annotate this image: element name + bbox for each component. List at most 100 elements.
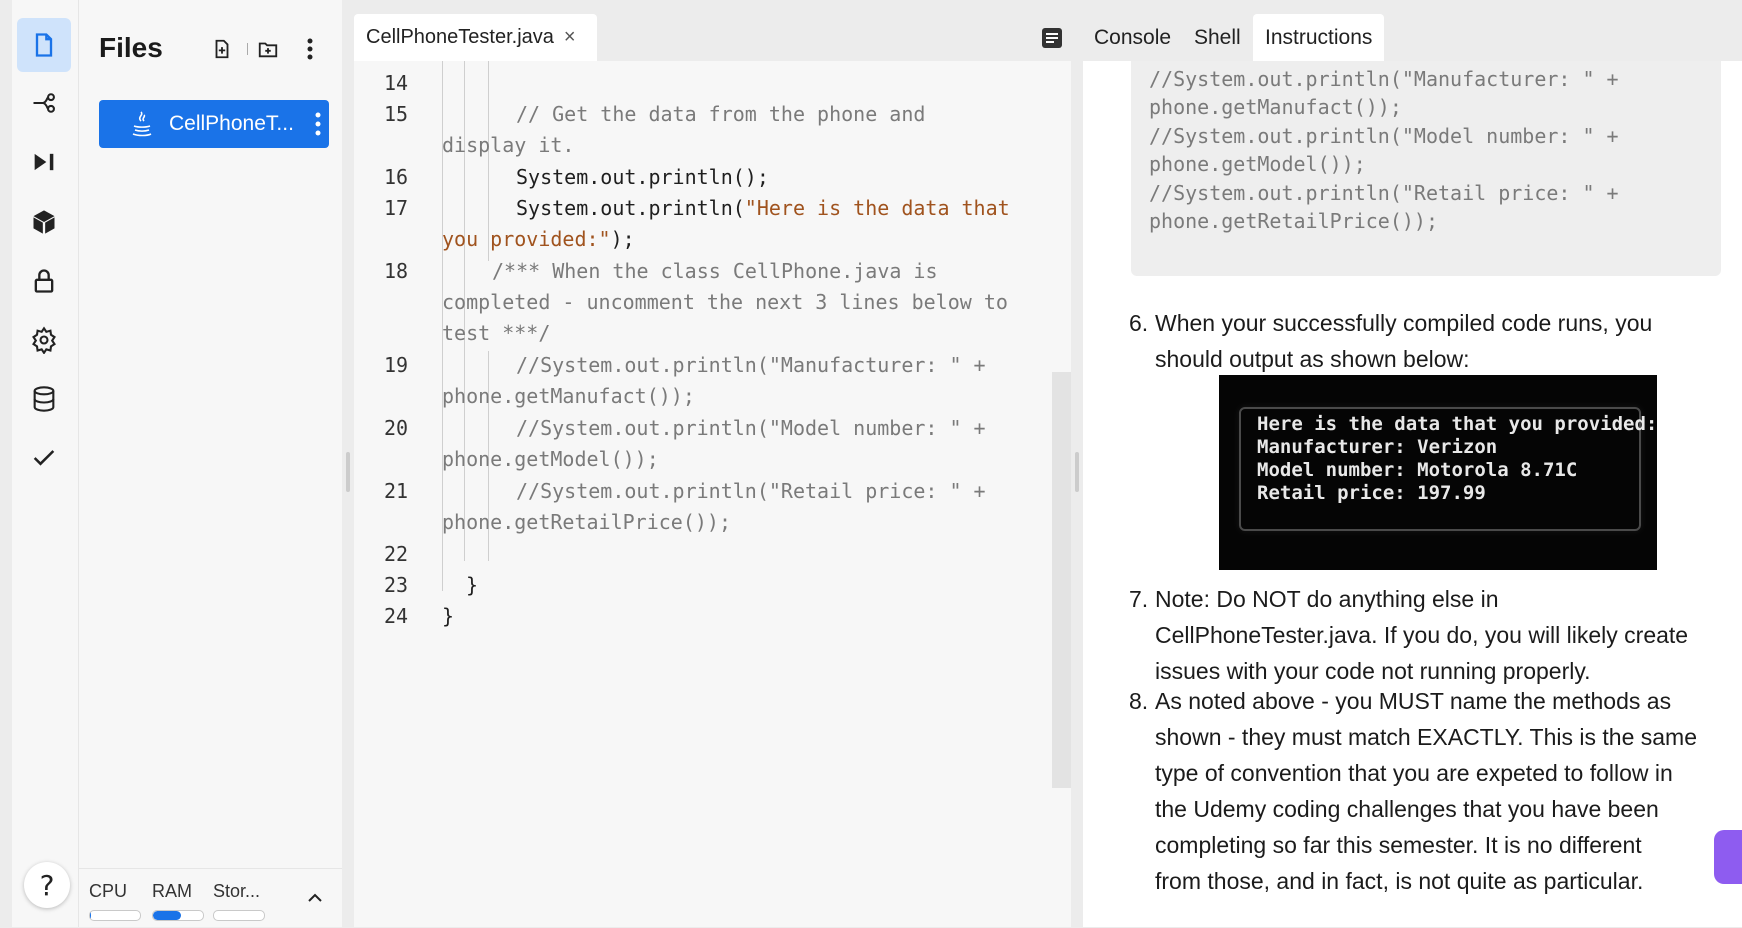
database-icon[interactable] — [17, 372, 71, 426]
editor-tab-label: CellPhoneTester.java — [366, 26, 554, 48]
resize-handle-left[interactable] — [346, 452, 350, 492]
tab-shell[interactable]: Shell — [1194, 14, 1241, 61]
file-more-icon[interactable] — [315, 112, 321, 136]
code-line-15: // Get the data from the phone and — [516, 102, 926, 126]
storage-label: Stor... — [213, 881, 261, 901]
instructions-code-block: //System.out.println("Manufacturer: " + … — [1131, 61, 1721, 276]
code-line-17: System.out.println("Here is the data tha… — [516, 196, 1010, 220]
string-token: you provided:" — [442, 227, 611, 251]
step-text: from those, and in fact, is not quite as… — [1155, 868, 1644, 894]
code-line-21: //System.out.println("Retail price: " + — [516, 479, 986, 503]
step-text: the Udemy coding challenges that you hav… — [1155, 796, 1659, 822]
tab-console-label: Console — [1094, 25, 1172, 49]
code-block-line: phone.getManufact()); — [1149, 95, 1402, 119]
ram-usage: RAM — [152, 881, 204, 921]
checkmark-icon[interactable] — [17, 431, 71, 485]
code-line-23: } — [466, 573, 479, 597]
close-tab-icon[interactable]: × — [564, 26, 576, 49]
cpu-label: CPU — [89, 881, 128, 901]
debugger-icon[interactable] — [17, 135, 71, 189]
output-screenshot: Here is the data that you provided: Manu… — [1219, 375, 1657, 570]
files-title: Files — [99, 32, 163, 63]
step-text: Note: Do NOT do anything else in — [1155, 586, 1499, 612]
tab-shell-label: Shell — [1194, 25, 1241, 49]
files-more-icon[interactable] — [297, 36, 323, 62]
code-line-19-wrap: phone.getManufact()); — [442, 384, 695, 408]
step-text: As noted above - you MUST name the metho… — [1155, 688, 1672, 714]
code-line-16: System.out.println(); — [516, 165, 769, 189]
code-line-20: //System.out.println("Model number: " + — [516, 416, 986, 440]
code-editor[interactable]: 14 15 16 17 18 19 20 21 22 23 24 // Get … — [354, 61, 1071, 927]
lock-icon[interactable] — [17, 254, 71, 308]
code-line-24: } — [442, 604, 455, 628]
code-block-line: //System.out.println("Model number: " + — [1149, 124, 1619, 148]
help-question-icon: ? — [39, 868, 55, 902]
step-text: shown - they must match EXACTLY. This is… — [1155, 724, 1697, 750]
chat-button[interactable] — [1714, 830, 1742, 884]
packages-icon[interactable] — [17, 195, 71, 249]
line-number: 20 — [384, 416, 409, 440]
code-line-18-wrap: completed - uncomment the next 3 lines b… — [442, 290, 1008, 314]
cpu-usage: CPU — [89, 881, 141, 921]
code-line-17-wrap: you provided:"); — [442, 227, 635, 251]
step-text: When your successfully compiled code run… — [1155, 310, 1653, 336]
line-number: 24 — [384, 604, 409, 628]
step-number: 6. — [1129, 310, 1149, 336]
version-control-icon[interactable] — [17, 76, 71, 130]
step-text: completing so far this semester. It is n… — [1155, 832, 1642, 858]
code-line-18-wrap: test ***/ — [442, 321, 551, 345]
step-text: should output as shown below: — [1155, 346, 1470, 372]
line-number: 15 — [384, 102, 409, 126]
storage-usage: Stor... — [213, 881, 265, 921]
code-line-21-wrap: phone.getRetailPrice()); — [442, 510, 731, 534]
line-number: 23 — [384, 573, 409, 597]
settings-gear-icon[interactable] — [17, 313, 71, 367]
terminal-line: Manufacturer: Verizon — [1257, 436, 1498, 458]
new-file-icon[interactable] — [209, 36, 235, 62]
code-block-line: //System.out.println("Manufacturer: " + — [1149, 67, 1619, 91]
cpu-meter — [89, 910, 141, 921]
editor-tab-cellphonetester[interactable]: CellPhoneTester.java × — [354, 14, 597, 61]
chevron-up-icon[interactable] — [307, 893, 323, 903]
file-item-label: CellPhoneT... — [169, 112, 294, 135]
tab-console[interactable]: Console — [1094, 14, 1171, 61]
resource-usage-bar[interactable]: CPU RAM Stor... — [79, 868, 342, 928]
line-number: 17 — [384, 196, 409, 220]
right-panel-tabs: Console Shell Instructions — [1041, 14, 1742, 61]
code-line-18: /*** When the class CellPhone.java is — [492, 259, 938, 283]
code-block-line: phone.getRetailPrice()); — [1149, 209, 1438, 233]
line-number: 18 — [384, 259, 409, 283]
activity-bar: ? — [12, 0, 79, 927]
tab-instructions-label: Instructions — [1265, 25, 1373, 49]
code-block-line: phone.getModel()); — [1149, 152, 1366, 176]
files-icon[interactable] — [17, 18, 71, 72]
code-line-15-wrap: display it. — [442, 133, 575, 157]
code-line-19: //System.out.println("Manufacturer: " + — [516, 353, 986, 377]
line-number: 21 — [384, 479, 409, 503]
new-folder-icon[interactable] — [255, 36, 281, 62]
file-item-cellphonetester[interactable]: CellPhoneT... — [99, 100, 329, 148]
terminal-line: Model number: Motorola 8.71C — [1257, 459, 1578, 481]
code-token: System.out.println( — [516, 196, 745, 220]
instructions-panel: //System.out.println("Manufacturer: " + … — [1083, 61, 1742, 927]
line-number: 19 — [384, 353, 409, 377]
code-block-line: //System.out.println("Retail price: " + — [1149, 181, 1619, 205]
help-button[interactable]: ? — [24, 862, 70, 908]
storage-meter — [213, 910, 265, 921]
line-number: 22 — [384, 542, 409, 566]
toolbar-divider — [247, 43, 248, 55]
code-line-20-wrap: phone.getModel()); — [442, 447, 659, 471]
ram-label: RAM — [152, 881, 192, 901]
tab-instructions[interactable]: Instructions — [1253, 14, 1385, 61]
editor-scrollbar[interactable] — [1052, 372, 1071, 788]
step-text: CellPhoneTester.java. If you do, you wil… — [1155, 622, 1689, 648]
code-token: ); — [610, 227, 635, 251]
string-token: "Here is the data that — [744, 196, 1010, 220]
resize-handle-right[interactable] — [1075, 452, 1079, 492]
line-number: 14 — [384, 71, 409, 95]
files-panel: Files CellPhoneT... CPU RAM Stor... — [79, 0, 342, 927]
right-panel-menu-icon[interactable] — [1041, 14, 1063, 61]
terminal-line: Here is the data that you provided: — [1257, 413, 1658, 435]
ram-meter — [152, 910, 204, 921]
step-number: 7. — [1129, 586, 1149, 612]
